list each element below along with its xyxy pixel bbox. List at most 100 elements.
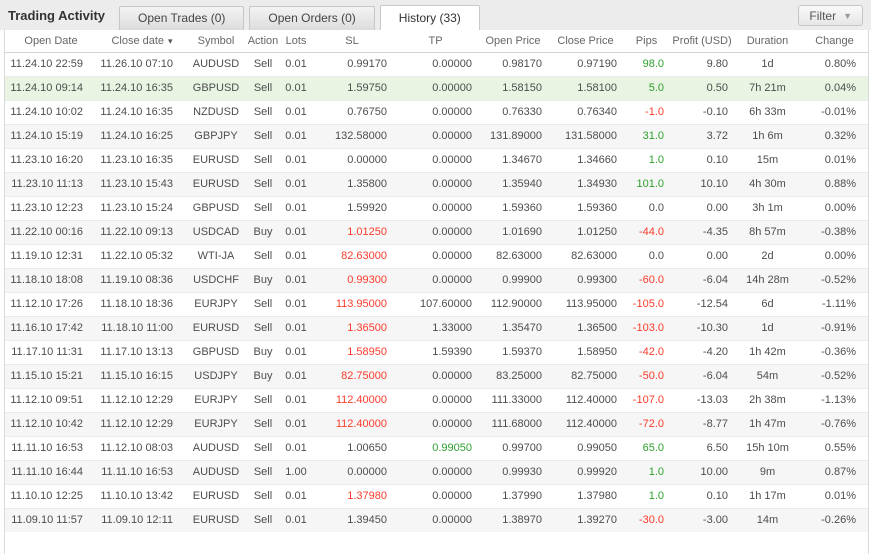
tab-history[interactable]: History (33) — [380, 5, 480, 30]
cell-open-date: 11.12.10 10:42 — [5, 412, 97, 436]
cell-open-price: 0.98170 — [478, 52, 548, 76]
cell-tp: 0.00000 — [393, 388, 478, 412]
cell-change: 0.88% — [801, 172, 868, 196]
cell-close-date: 11.12.10 12:29 — [97, 412, 187, 436]
cell-pips: 65.0 — [623, 436, 670, 460]
cell-change: -1.11% — [801, 292, 868, 316]
cell-symbol: USDJPY — [187, 364, 245, 388]
cell-duration: 1h 42m — [734, 340, 801, 364]
cell-action: Sell — [245, 316, 281, 340]
column-header-close-price[interactable]: Close Price — [548, 30, 623, 52]
cell-change: 0.04% — [801, 76, 868, 100]
cell-close-price: 112.40000 — [548, 388, 623, 412]
cell-change: 0.55% — [801, 436, 868, 460]
column-header-sl[interactable]: SL — [311, 30, 393, 52]
cell-tp: 0.00000 — [393, 484, 478, 508]
table-row[interactable]: 11.23.10 12:2311.23.10 15:24GBPUSDSell0.… — [5, 196, 868, 220]
table-row[interactable]: 11.11.10 16:5311.12.10 08:03AUDUSDSell0.… — [5, 436, 868, 460]
cell-lots: 0.01 — [281, 364, 311, 388]
cell-sl: 0.00000 — [311, 148, 393, 172]
cell-close-date: 11.26.10 07:10 — [97, 52, 187, 76]
cell-open-date: 11.15.10 15:21 — [5, 364, 97, 388]
column-header-lots[interactable]: Lots — [281, 30, 311, 52]
table-row[interactable]: 11.11.10 16:4411.11.10 16:53AUDUSDSell1.… — [5, 460, 868, 484]
table-row[interactable]: 11.24.10 10:0211.24.10 16:35NZDUSDSell0.… — [5, 100, 868, 124]
filter-button[interactable]: Filter ▼ — [798, 5, 863, 26]
table-row[interactable]: 11.24.10 22:5911.26.10 07:10AUDUSDSell0.… — [5, 52, 868, 76]
cell-pips: 5.0 — [623, 76, 670, 100]
cell-pips: -107.0 — [623, 388, 670, 412]
cell-lots: 0.01 — [281, 436, 311, 460]
table-row[interactable]: 11.22.10 00:1611.22.10 09:13USDCADBuy0.0… — [5, 220, 868, 244]
cell-lots: 0.01 — [281, 292, 311, 316]
cell-tp: 1.33000 — [393, 316, 478, 340]
cell-tp: 0.00000 — [393, 220, 478, 244]
column-header-close-date[interactable]: Close date▾ — [97, 30, 187, 52]
cell-open-date: 11.12.10 17:26 — [5, 292, 97, 316]
tab-open-orders[interactable]: Open Orders (0) — [249, 6, 374, 30]
table-row[interactable]: 11.10.10 12:2511.10.10 13:42EURUSDSell0.… — [5, 484, 868, 508]
cell-open-price: 111.68000 — [478, 412, 548, 436]
cell-profit: -3.00 — [670, 508, 734, 532]
cell-close-price: 1.01250 — [548, 220, 623, 244]
cell-action: Sell — [245, 508, 281, 532]
cell-change: -0.52% — [801, 268, 868, 292]
table-row[interactable]: 11.16.10 17:4211.18.10 11:00EURUSDSell0.… — [5, 316, 868, 340]
cell-action: Sell — [245, 100, 281, 124]
cell-open-price: 0.99900 — [478, 268, 548, 292]
cell-close-price: 82.75000 — [548, 364, 623, 388]
cell-open-date: 11.16.10 17:42 — [5, 316, 97, 340]
column-header-profit[interactable]: Profit (USD) — [670, 30, 734, 52]
cell-tp: 0.00000 — [393, 460, 478, 484]
table-row[interactable]: 11.18.10 18:0811.19.10 08:36USDCHFBuy0.0… — [5, 268, 868, 292]
cell-close-date: 11.22.10 05:32 — [97, 244, 187, 268]
cell-tp: 0.00000 — [393, 148, 478, 172]
cell-change: 0.01% — [801, 484, 868, 508]
column-header-pips[interactable]: Pips — [623, 30, 670, 52]
sort-desc-icon: ▾ — [168, 36, 173, 46]
table-row[interactable]: 11.23.10 11:1311.23.10 15:43EURUSDSell0.… — [5, 172, 868, 196]
column-header-duration[interactable]: Duration — [734, 30, 801, 52]
table-row[interactable]: 11.12.10 10:4211.12.10 12:29EURJPYSell0.… — [5, 412, 868, 436]
table-row[interactable]: 11.19.10 12:3111.22.10 05:32WTI-JASell0.… — [5, 244, 868, 268]
column-header-change[interactable]: Change — [801, 30, 868, 52]
cell-duration: 6d — [734, 292, 801, 316]
table-row[interactable]: 11.24.10 15:1911.24.10 16:25GBPJPYSell0.… — [5, 124, 868, 148]
column-header-open-price[interactable]: Open Price — [478, 30, 548, 52]
cell-open-date: 11.24.10 10:02 — [5, 100, 97, 124]
cell-sl: 0.99300 — [311, 268, 393, 292]
column-header-symbol[interactable]: Symbol — [187, 30, 245, 52]
cell-sl: 0.99170 — [311, 52, 393, 76]
column-header-tp[interactable]: TP — [393, 30, 478, 52]
cell-profit: -4.35 — [670, 220, 734, 244]
cell-open-date: 11.11.10 16:44 — [5, 460, 97, 484]
cell-open-date: 11.24.10 22:59 — [5, 52, 97, 76]
table-row[interactable]: 11.15.10 15:2111.15.10 16:15USDJPYBuy0.0… — [5, 364, 868, 388]
cell-profit: 3.72 — [670, 124, 734, 148]
cell-open-date: 11.22.10 00:16 — [5, 220, 97, 244]
cell-pips: -103.0 — [623, 316, 670, 340]
cell-action: Sell — [245, 484, 281, 508]
table-row[interactable]: 11.12.10 17:2611.18.10 18:36EURJPYSell0.… — [5, 292, 868, 316]
cell-action: Sell — [245, 52, 281, 76]
column-header-open-date[interactable]: Open Date — [5, 30, 97, 52]
cell-action: Sell — [245, 196, 281, 220]
history-table: Open Date Close date▾ Symbol Action Lots… — [4, 30, 869, 554]
cell-profit: -4.20 — [670, 340, 734, 364]
tab-open-trades[interactable]: Open Trades (0) — [119, 6, 244, 30]
table-row[interactable]: 11.23.10 16:2011.23.10 16:35EURUSDSell0.… — [5, 148, 868, 172]
column-header-action[interactable]: Action — [245, 30, 281, 52]
table-header-row: Open Date Close date▾ Symbol Action Lots… — [5, 30, 868, 52]
cell-action: Sell — [245, 388, 281, 412]
cell-profit: 10.00 — [670, 460, 734, 484]
cell-profit: -12.54 — [670, 292, 734, 316]
cell-symbol: NZDUSD — [187, 100, 245, 124]
table-row[interactable]: 11.17.10 11:3111.17.10 13:13GBPUSDBuy0.0… — [5, 340, 868, 364]
table-row[interactable]: 11.24.10 09:1411.24.10 16:35GBPUSDSell0.… — [5, 76, 868, 100]
table-row[interactable]: 11.09.10 11:5711.09.10 12:11EURUSDSell0.… — [5, 508, 868, 532]
table-row[interactable]: 11.12.10 09:5111.12.10 12:29EURJPYSell0.… — [5, 388, 868, 412]
cell-close-price: 0.99920 — [548, 460, 623, 484]
cell-duration: 1h 6m — [734, 124, 801, 148]
cell-sl: 112.40000 — [311, 388, 393, 412]
cell-close-price: 1.58950 — [548, 340, 623, 364]
